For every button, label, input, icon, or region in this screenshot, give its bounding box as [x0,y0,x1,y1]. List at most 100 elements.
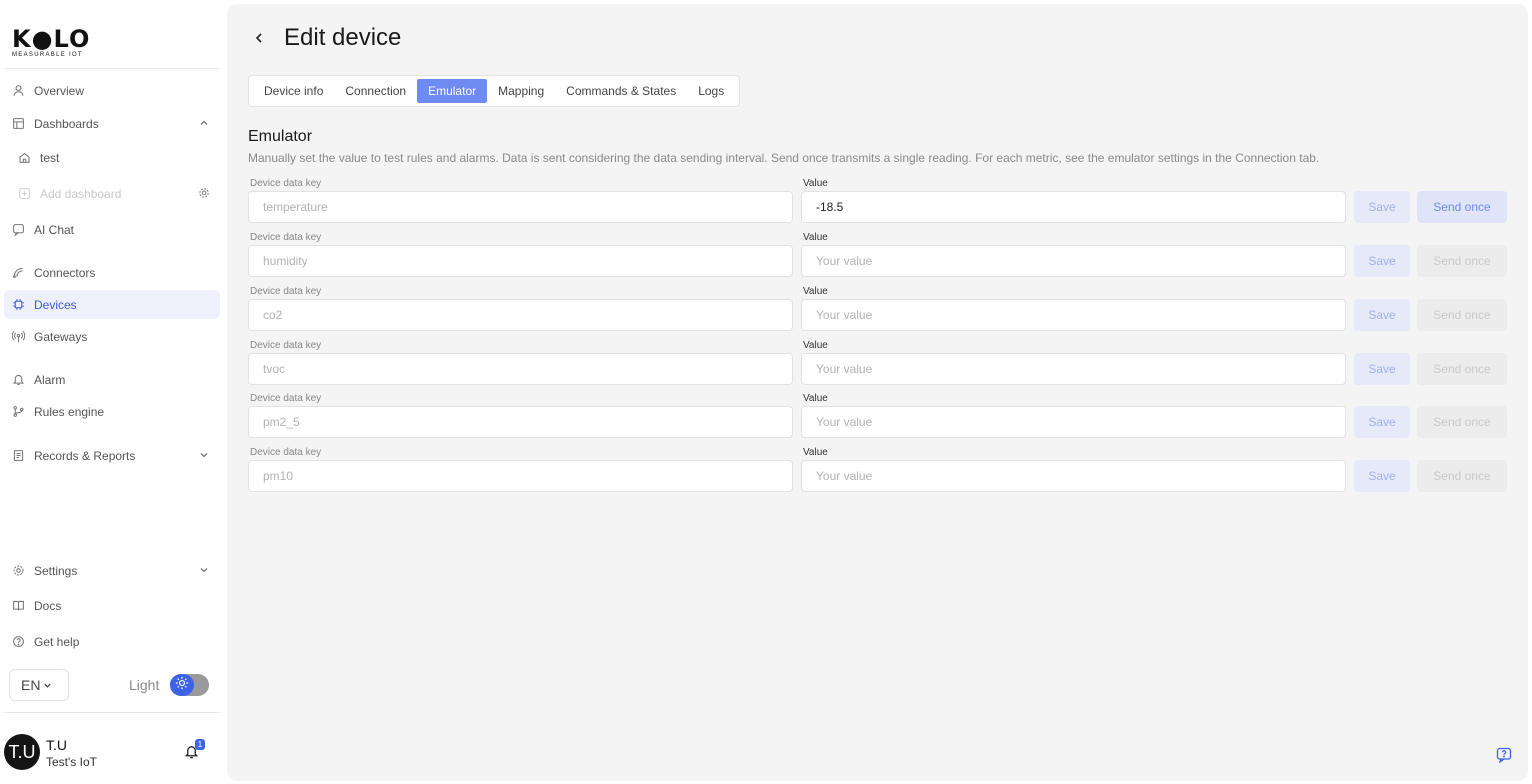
tab-commands-states[interactable]: Commands & States [555,79,687,103]
sidebar-item-label: test [40,150,60,165]
save-button[interactable]: Save [1354,406,1410,438]
send-once-button[interactable]: Send once [1417,191,1507,223]
sidebar-item-settings[interactable]: Settings [4,556,220,585]
sidebar-item-label: Records & Reports [34,448,136,463]
sidebar-item-add-dashboard[interactable]: Add dashboard [4,179,220,208]
help-circle-icon [12,635,25,648]
theme-toggle[interactable] [170,674,209,696]
emulator-row: Device data key Value temperature -18.5 … [248,178,1508,230]
sidebar-item-get-help[interactable]: Get help [4,627,220,656]
send-once-button[interactable]: Send once [1417,406,1507,438]
gear-icon[interactable] [198,187,210,199]
brand-tagline: MEASURABLE IOT [12,52,83,58]
sidebar-item-label: Gateways [34,329,88,344]
antenna-icon [12,330,25,343]
sidebar-item-ai-chat[interactable]: AI Chat [4,215,220,244]
sidebar-item-label: Settings [34,563,78,578]
value-input[interactable]: Your value [801,353,1346,385]
value-label: Value [803,393,828,404]
sidebar-item-label: Overview [34,83,85,98]
sidebar-item-devices[interactable]: Devices [4,290,220,319]
section-title: Emulator [248,128,313,145]
gear-icon [12,564,25,577]
sidebar-item-alarm[interactable]: Alarm [4,365,220,394]
sidebar-item-docs[interactable]: Docs [4,591,220,620]
value-label: Value [803,232,828,243]
send-once-button[interactable]: Send once [1417,299,1507,331]
emulator-row: Device data key Value co2 Your value Sav… [248,286,1508,338]
sidebar-item-label: Alarm [34,372,66,387]
key-label: Device data key [250,178,322,189]
value-label: Value [803,286,828,297]
support-chat-icon[interactable] [1496,747,1512,764]
value-input[interactable]: -18.5 [801,191,1346,223]
tab-mapping[interactable]: Mapping [487,79,555,103]
send-once-button[interactable]: Send once [1417,353,1507,385]
sidebar-item-gateways[interactable]: Gateways [4,322,220,351]
app-root: K●LO MEASURABLE IOT Overview Dashboards … [0,0,1532,784]
emulator-row: Device data key Value humidity Your valu… [248,232,1508,284]
language-select[interactable]: EN [9,669,69,701]
report-icon [12,449,25,462]
save-button[interactable]: Save [1354,245,1410,277]
notification-badge: 1 [195,739,205,750]
tab-emulator[interactable]: Emulator [417,79,488,103]
value-input[interactable]: Your value [801,460,1346,492]
sidebar-item-label: Rules engine [34,404,105,419]
chip-icon [12,298,25,311]
sidebar-item-rules-engine[interactable]: Rules engine [4,397,220,426]
sidebar-item-records-reports[interactable]: Records & Reports [4,441,220,470]
device-data-key-field: tvoc [248,353,793,385]
sidebar-item-dashboard-test[interactable]: test [4,143,220,172]
sidebar-item-dashboards[interactable]: Dashboards [4,109,220,138]
branch-icon [12,405,25,418]
save-button[interactable]: Save [1354,191,1410,223]
tab-device-info[interactable]: Device info [253,79,334,103]
device-data-key-field: pm10 [248,460,793,492]
language-value: EN [21,677,41,693]
sidebar-item-connectors[interactable]: Connectors [4,258,220,287]
device-data-key-field: humidity [248,245,793,277]
brand-name: K●LO [12,25,91,53]
org-name: Test's IoT [46,755,97,769]
brand-logo[interactable]: K●LO MEASURABLE IOT [12,25,91,58]
bell-icon [12,373,25,386]
emulator-row: Device data key Value pm2_5 Your value S… [248,393,1508,445]
avatar[interactable]: T.U [4,734,40,770]
sidebar-item-overview[interactable]: Overview [4,76,220,105]
key-label: Device data key [250,232,322,243]
chevron-down-icon [40,677,52,693]
sidebar-item-label: Get help [34,634,80,649]
key-label: Device data key [250,447,322,458]
save-button[interactable]: Save [1354,299,1410,331]
value-input[interactable]: Your value [801,299,1346,331]
device-data-key-field: temperature [248,191,793,223]
layout-icon [12,117,25,130]
value-label: Value [803,178,828,189]
emulator-row: Device data key Value pm10 Your value Sa… [248,447,1508,499]
user-name: T.U [46,737,67,753]
value-input[interactable]: Your value [801,406,1346,438]
send-once-button[interactable]: Send once [1417,460,1507,492]
plus-square-icon [18,187,31,200]
back-arrow-icon[interactable] [252,31,266,45]
chevron-up-icon[interactable] [198,117,210,129]
toggle-knob [170,674,194,696]
chat-icon [12,223,25,236]
save-button[interactable]: Save [1354,460,1410,492]
send-once-button[interactable]: Send once [1417,245,1507,277]
sidebar-item-label: Dashboards [34,116,99,131]
tab-logs[interactable]: Logs [687,79,735,103]
chevron-down-icon[interactable] [198,564,210,576]
value-input[interactable]: Your value [801,245,1346,277]
section-description: Manually set the value to test rules and… [248,151,1320,165]
page-title: Edit device [284,24,402,51]
key-label: Device data key [250,286,322,297]
emulator-row: Device data key Value tvoc Your value Sa… [248,340,1508,392]
sidebar-item-label: Devices [34,297,77,312]
chevron-down-icon[interactable] [198,449,210,461]
tab-connection[interactable]: Connection [334,79,417,103]
sidebar-item-label: Connectors [34,265,96,280]
sun-icon [175,676,189,695]
save-button[interactable]: Save [1354,353,1410,385]
